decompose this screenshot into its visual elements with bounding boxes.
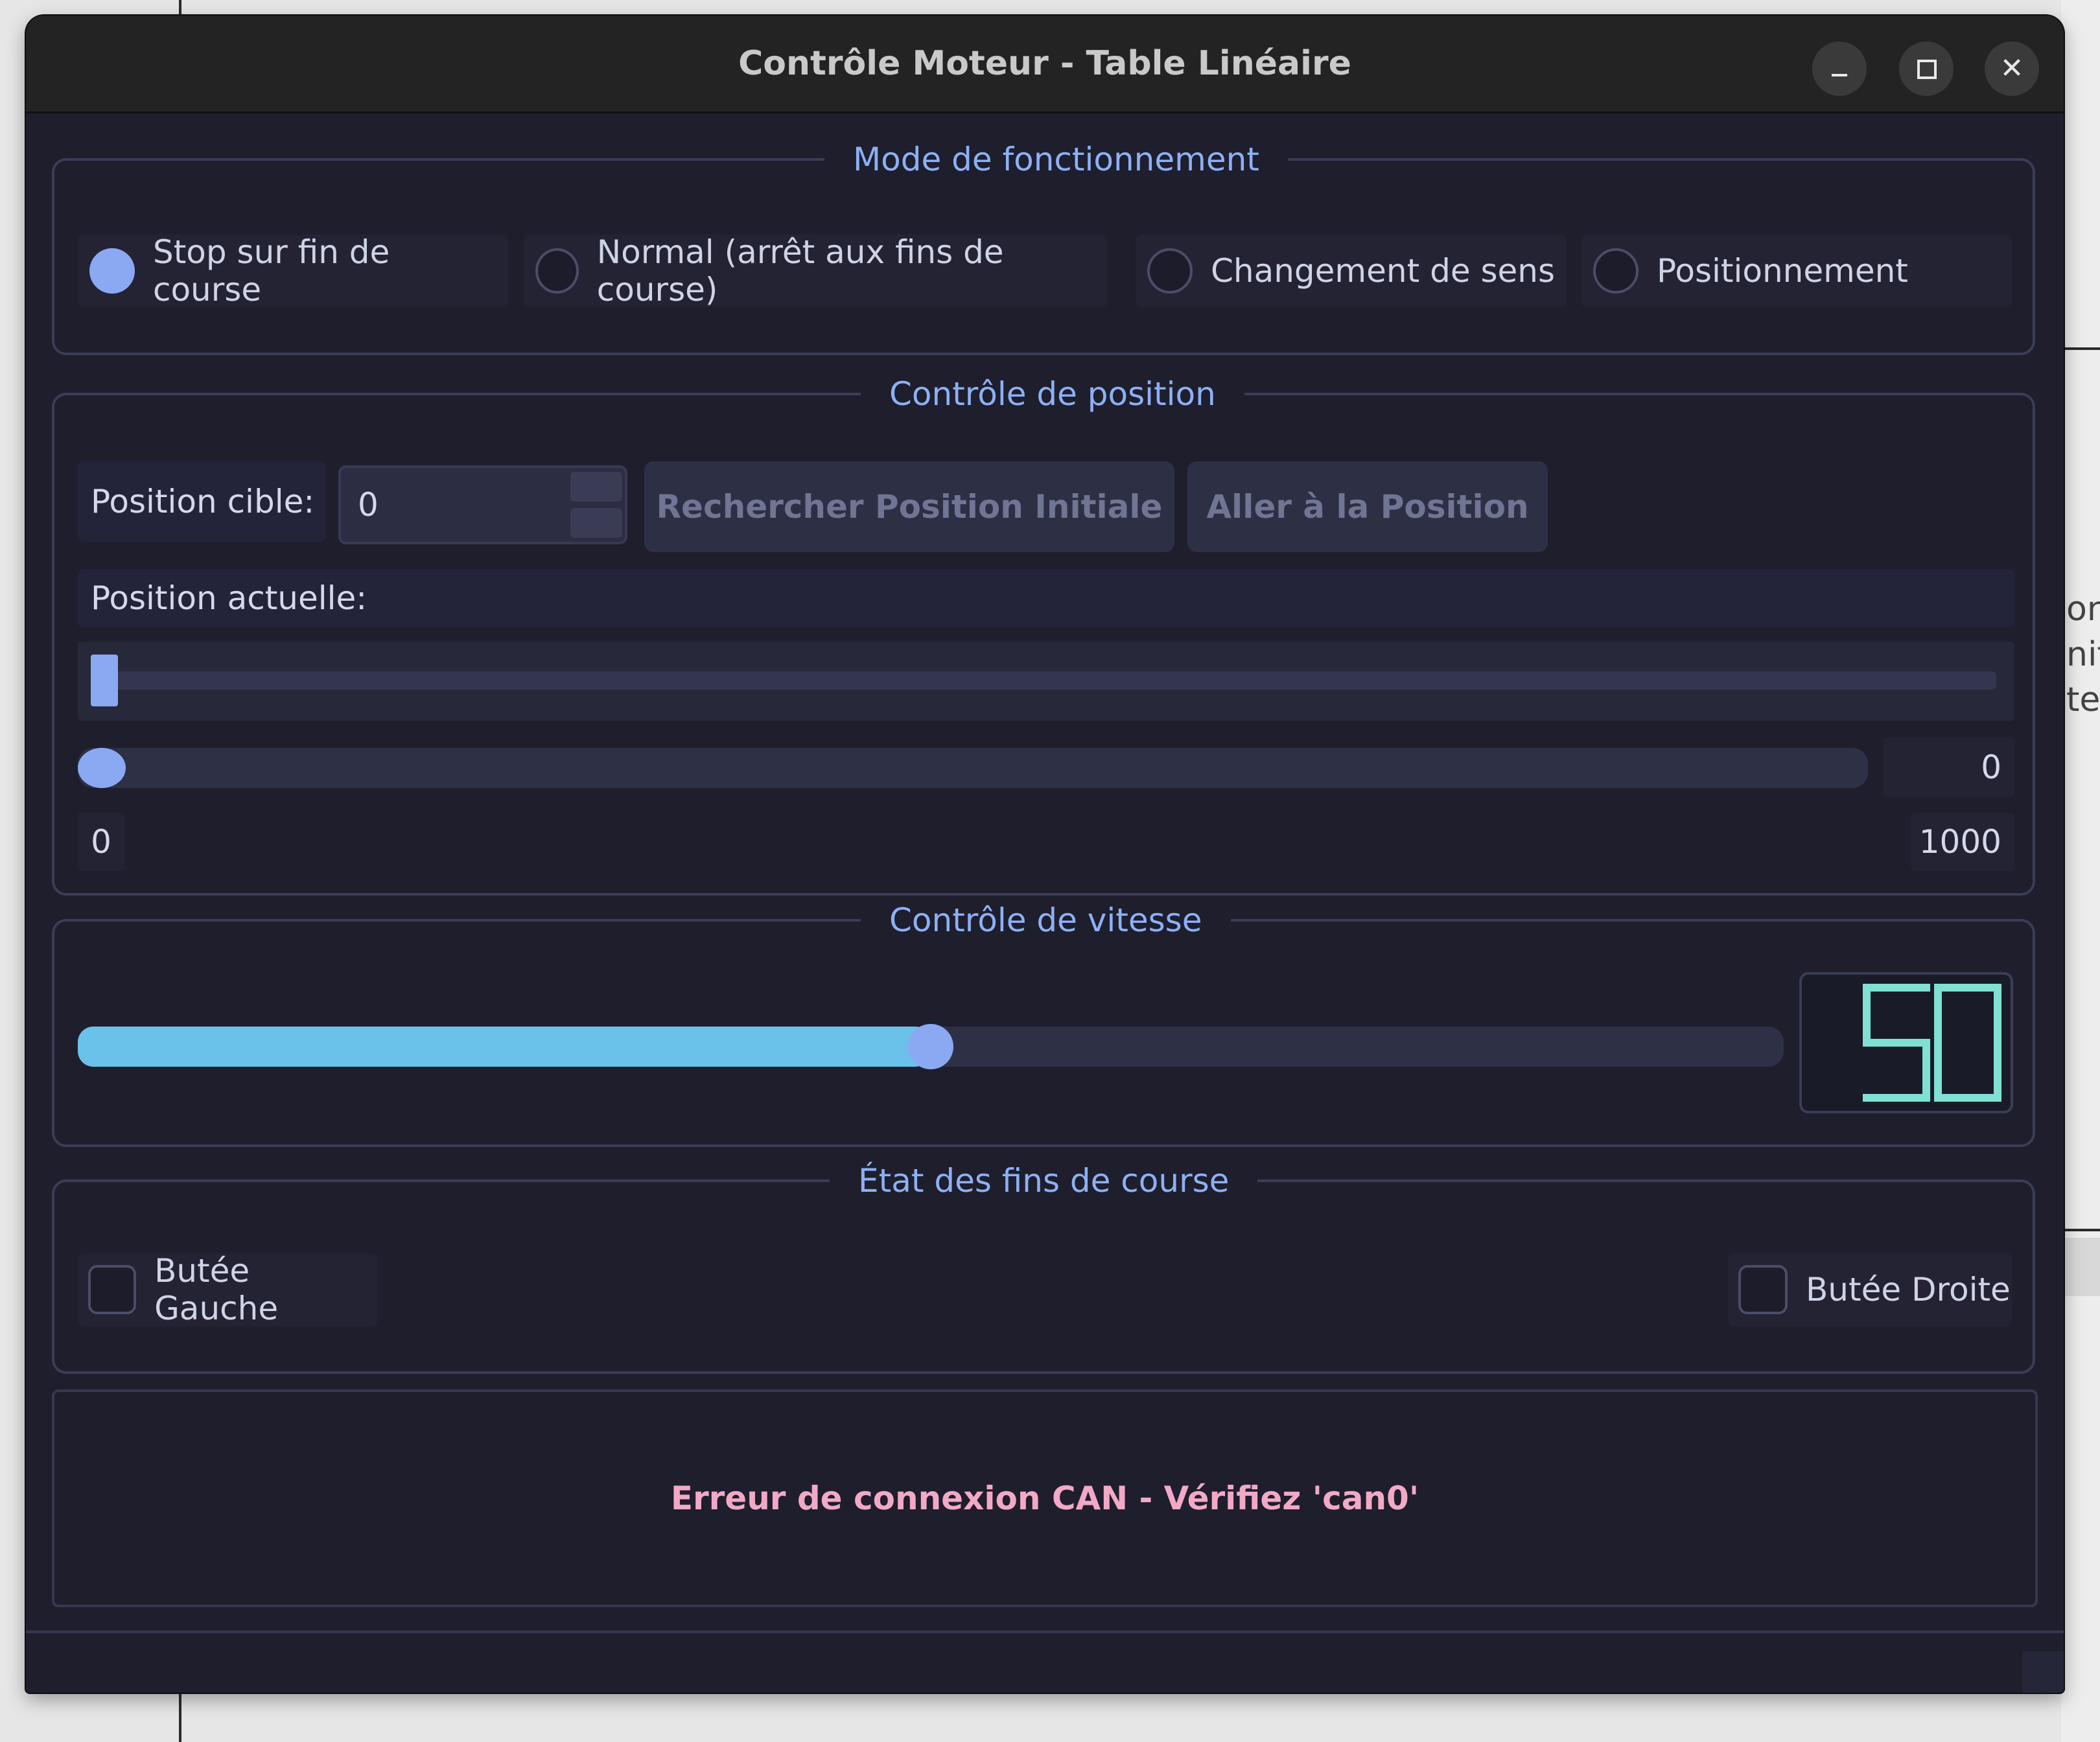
range-min-label: 0: [78, 813, 124, 871]
window-title: Contrôle Moteur - Table Linéaire: [738, 44, 1351, 83]
target-position-value: 0: [358, 486, 379, 524]
maximize-icon: [1917, 60, 1937, 79]
speed-lcd-display: 50: [1799, 972, 2013, 1113]
range-max-label: 1000: [1911, 813, 2014, 871]
spin-down-button[interactable]: [570, 508, 622, 538]
close-icon: ✕: [2000, 52, 2024, 85]
background-rule: [2061, 347, 2100, 350]
position-slider-value: 0: [1884, 737, 2014, 797]
minimize-icon: [1832, 74, 1847, 76]
target-position-spinbox[interactable]: 0: [338, 465, 627, 544]
left-limit-label: Butée Gauche: [154, 1252, 279, 1327]
radio-label: Stop sur fin de course: [152, 233, 390, 308]
go-to-position-button[interactable]: Aller à la Position: [1187, 461, 1548, 552]
status-bar: [26, 1633, 2064, 1693]
position-slider[interactable]: [78, 748, 1868, 788]
background-text: on: [2066, 590, 2100, 629]
current-position-label: Position actuelle:: [78, 569, 2014, 627]
position-group-title: Contrôle de position: [861, 369, 1244, 419]
progress-track: [91, 671, 1996, 690]
close-button[interactable]: ✕: [1985, 41, 2039, 96]
speed-slider[interactable]: [78, 1024, 1784, 1069]
radio-label: Changement de sens: [1211, 252, 1556, 290]
maximize-button[interactable]: [1899, 41, 1954, 96]
left-limit-checkbox[interactable]: Butée Gauche: [78, 1252, 377, 1327]
status-panel: Erreur de connexion CAN - Vérifiez 'can0…: [52, 1389, 2038, 1607]
radio-unselected-icon: [1593, 248, 1639, 294]
checkbox-unchecked-icon: [1738, 1265, 1788, 1314]
progress-indicator: [91, 655, 118, 706]
resize-grip[interactable]: [2022, 1651, 2064, 1693]
limits-group-title: État des fins de course: [830, 1156, 1258, 1205]
speed-slider-fill: [78, 1027, 931, 1067]
radio-unselected-icon: [1147, 248, 1193, 294]
lcd-digits: [1863, 984, 2001, 1102]
find-home-button[interactable]: Rechercher Position Initiale: [644, 461, 1174, 552]
title-bar[interactable]: Contrôle Moteur - Table Linéaire ✕: [26, 16, 2064, 113]
background-text: nit: [2066, 635, 2100, 674]
target-position-label: Position cible:: [78, 461, 325, 542]
radio-label: Positionnement: [1657, 252, 1908, 290]
right-limit-label: Butée Droite: [1806, 1271, 2011, 1308]
radio-stop-limit[interactable]: Stop sur fin de course: [78, 233, 508, 308]
minimize-button[interactable]: [1812, 41, 1867, 96]
right-limit-checkbox[interactable]: Butée Droite: [1728, 1253, 2012, 1326]
position-slider-handle[interactable]: [78, 748, 126, 788]
radio-label: Normal (arrêt aux fins de course): [596, 233, 1004, 308]
background-rule: [2061, 1229, 2100, 1231]
radio-selected-icon: [89, 248, 135, 294]
speed-group-title: Contrôle de vitesse: [861, 896, 1231, 945]
status-message: Erreur de connexion CAN - Vérifiez 'can0…: [670, 1480, 1419, 1517]
background-text: te: [2066, 680, 2100, 719]
position-group: Contrôle de position Position cible: 0 R…: [52, 369, 2035, 896]
limits-group: État des fins de course Butée Gauche But…: [52, 1156, 2035, 1374]
background-window-edge: on nit te: [2061, 0, 2100, 1742]
current-position-progress: [78, 642, 2014, 721]
background-block: [2061, 1238, 2100, 1296]
radio-unselected-icon: [535, 248, 579, 294]
radio-change-direction[interactable]: Changement de sens: [1136, 235, 1566, 307]
radio-positioning[interactable]: Positionnement: [1581, 235, 2012, 307]
checkbox-unchecked-icon: [88, 1265, 137, 1314]
mode-group: Mode de fonctionnement Stop sur fin de c…: [52, 135, 2035, 355]
radio-normal[interactable]: Normal (arrêt aux fins de course): [524, 233, 1107, 308]
speed-group: Contrôle de vitesse 50: [52, 896, 2035, 1147]
app-window: Contrôle Moteur - Table Linéaire ✕ Mode …: [26, 16, 2064, 1693]
mode-group-title: Mode de fonctionnement: [824, 135, 1288, 184]
speed-slider-handle[interactable]: [908, 1024, 953, 1069]
spin-up-button[interactable]: [570, 472, 622, 502]
